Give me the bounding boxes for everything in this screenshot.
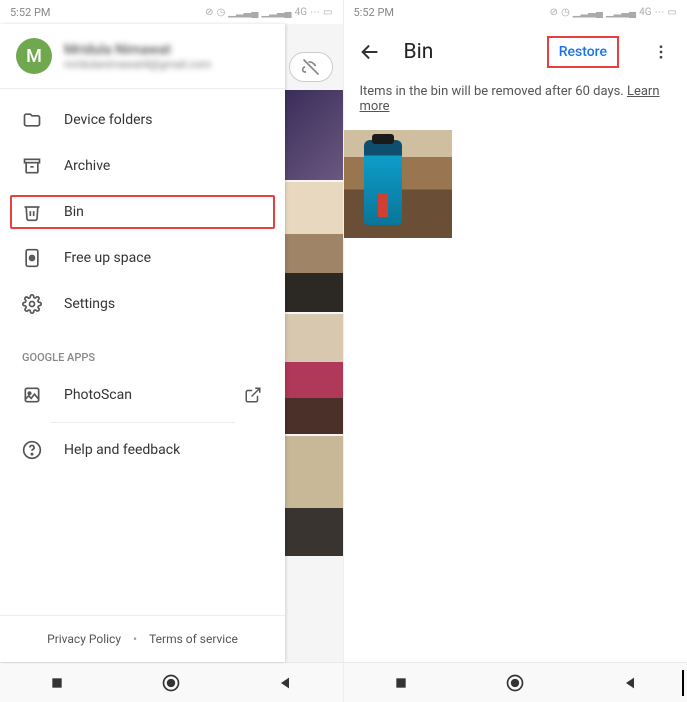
drawer-item-label: Bin [64, 204, 84, 220]
bottle-label-shape [378, 193, 388, 217]
drawer-footer: Privacy Policy • Terms of service [0, 615, 285, 662]
drawer-item-label: PhotoScan [64, 387, 132, 403]
phone-content-left: M Mridula Nimawat mridulanimawat4@gmail.… [0, 24, 343, 662]
android-nav-bar [0, 662, 343, 702]
photoscan-icon [22, 385, 42, 405]
drawer-item-help[interactable]: Help and feedback [0, 427, 285, 473]
drawer-header[interactable]: M Mridula Nimawat mridulanimawat4@gmail.… [0, 24, 285, 89]
bottle-shape [364, 140, 402, 225]
signal-icon: ▁▂▃▄ [261, 7, 291, 18]
signal-icon: ▁▂▃▄ [573, 7, 603, 18]
external-link-icon [243, 385, 263, 405]
trash-icon [22, 202, 42, 222]
gear-icon [22, 294, 42, 314]
text-cursor [682, 670, 684, 696]
thumbnail-grid [344, 130, 687, 238]
dimmed-background [285, 24, 343, 662]
alarm-icon: ⊘ [550, 7, 558, 18]
avatar: M [16, 38, 52, 74]
user-info: Mridula Nimawat mridulanimawat4@gmail.co… [64, 42, 211, 71]
android-nav-bar [344, 662, 687, 702]
drawer-items: Device folders Archive Bin [0, 89, 285, 335]
more-status-icon: ⋯ [655, 7, 665, 18]
recents-button[interactable] [47, 673, 67, 693]
bin-info-text: Items in the bin will be removed after 6… [344, 80, 687, 130]
alarm-icon: ⊘ [205, 7, 213, 18]
drawer-item-device-folders[interactable]: Device folders [0, 97, 285, 143]
page-title: Bin [404, 40, 525, 64]
separator-dot: • [133, 632, 137, 646]
back-button[interactable] [358, 40, 382, 64]
photo-thumbnail[interactable] [344, 130, 452, 238]
bg-photo-thumb [285, 314, 343, 434]
battery-icon: ▭ [668, 7, 677, 18]
bg-photo-thumb [285, 90, 343, 180]
cloud-off-chip [289, 52, 333, 82]
drawer-item-label: Device folders [64, 112, 152, 128]
drawer-item-free-up-space[interactable]: Free up space [0, 235, 285, 281]
more-options-button[interactable] [649, 40, 673, 64]
recents-button[interactable] [391, 673, 411, 693]
network-label: 4G [295, 7, 307, 18]
user-email: mridulanimawat4@gmail.com [64, 58, 211, 71]
drawer-section-title: GOOGLE APPS [0, 335, 285, 372]
help-icon [22, 440, 42, 460]
phone-screenshot-left: 5:52 PM ⊘ ◷ ▁▂▃▄ ▁▂▃▄ 4G ⋯ ▭ M Mridula N… [0, 0, 344, 702]
drawer-item-label: Free up space [64, 250, 151, 266]
privacy-link[interactable]: Privacy Policy [47, 632, 121, 646]
nav-drawer: M Mridula Nimawat mridulanimawat4@gmail.… [0, 24, 285, 662]
back-button[interactable] [620, 673, 640, 693]
drawer-item-label: Settings [64, 296, 115, 312]
phone-content-right: Bin Restore Items in the bin will be rem… [344, 24, 687, 662]
signal-icon: ▁▂▃▄ [606, 7, 636, 18]
drawer-item-label: Archive [64, 158, 110, 174]
folder-icon [22, 110, 42, 130]
status-time: 5:52 PM [354, 6, 394, 19]
drawer-item-bin[interactable]: Bin [8, 193, 277, 231]
network-label: 4G [639, 7, 651, 18]
back-button[interactable] [275, 673, 295, 693]
bg-photo-thumb [285, 436, 343, 556]
bin-info-prefix: Items in the bin will be removed after 6… [360, 84, 627, 99]
phone-screenshot-right: 5:52 PM ⊘ ◷ ▁▂▃▄ ▁▂▃▄ 4G ⋯ ▭ Bin Restore… [344, 0, 687, 702]
status-icons: ⊘ ◷ ▁▂▃▄ ▁▂▃▄ 4G ⋯ ▭ [205, 7, 332, 18]
signal-icon: ▁▂▃▄ [228, 7, 258, 18]
restore-button[interactable]: Restore [547, 36, 619, 68]
drawer-item-label: Help and feedback [64, 442, 180, 458]
drawer-item-settings[interactable]: Settings [0, 281, 285, 327]
app-bar: Bin Restore [344, 24, 687, 80]
more-status-icon: ⋯ [310, 7, 320, 18]
terms-link[interactable]: Terms of service [149, 632, 238, 646]
clock-icon: ◷ [217, 7, 226, 18]
status-bar: 5:52 PM ⊘ ◷ ▁▂▃▄ ▁▂▃▄ 4G ⋯ ▭ [344, 0, 687, 24]
battery-icon: ▭ [323, 7, 332, 18]
home-button[interactable] [161, 673, 181, 693]
free-space-icon [22, 248, 42, 268]
drawer-item-photoscan[interactable]: PhotoScan [0, 372, 285, 418]
user-name: Mridula Nimawat [64, 42, 211, 58]
clock-icon: ◷ [561, 7, 570, 18]
home-button[interactable] [505, 673, 525, 693]
status-icons: ⊘ ◷ ▁▂▃▄ ▁▂▃▄ 4G ⋯ ▭ [550, 7, 677, 18]
status-time: 5:52 PM [10, 6, 50, 19]
status-bar: 5:52 PM ⊘ ◷ ▁▂▃▄ ▁▂▃▄ 4G ⋯ ▭ [0, 0, 343, 24]
drawer-item-archive[interactable]: Archive [0, 143, 285, 189]
divider [50, 422, 235, 423]
archive-icon [22, 156, 42, 176]
bg-photo-thumb [285, 182, 343, 312]
